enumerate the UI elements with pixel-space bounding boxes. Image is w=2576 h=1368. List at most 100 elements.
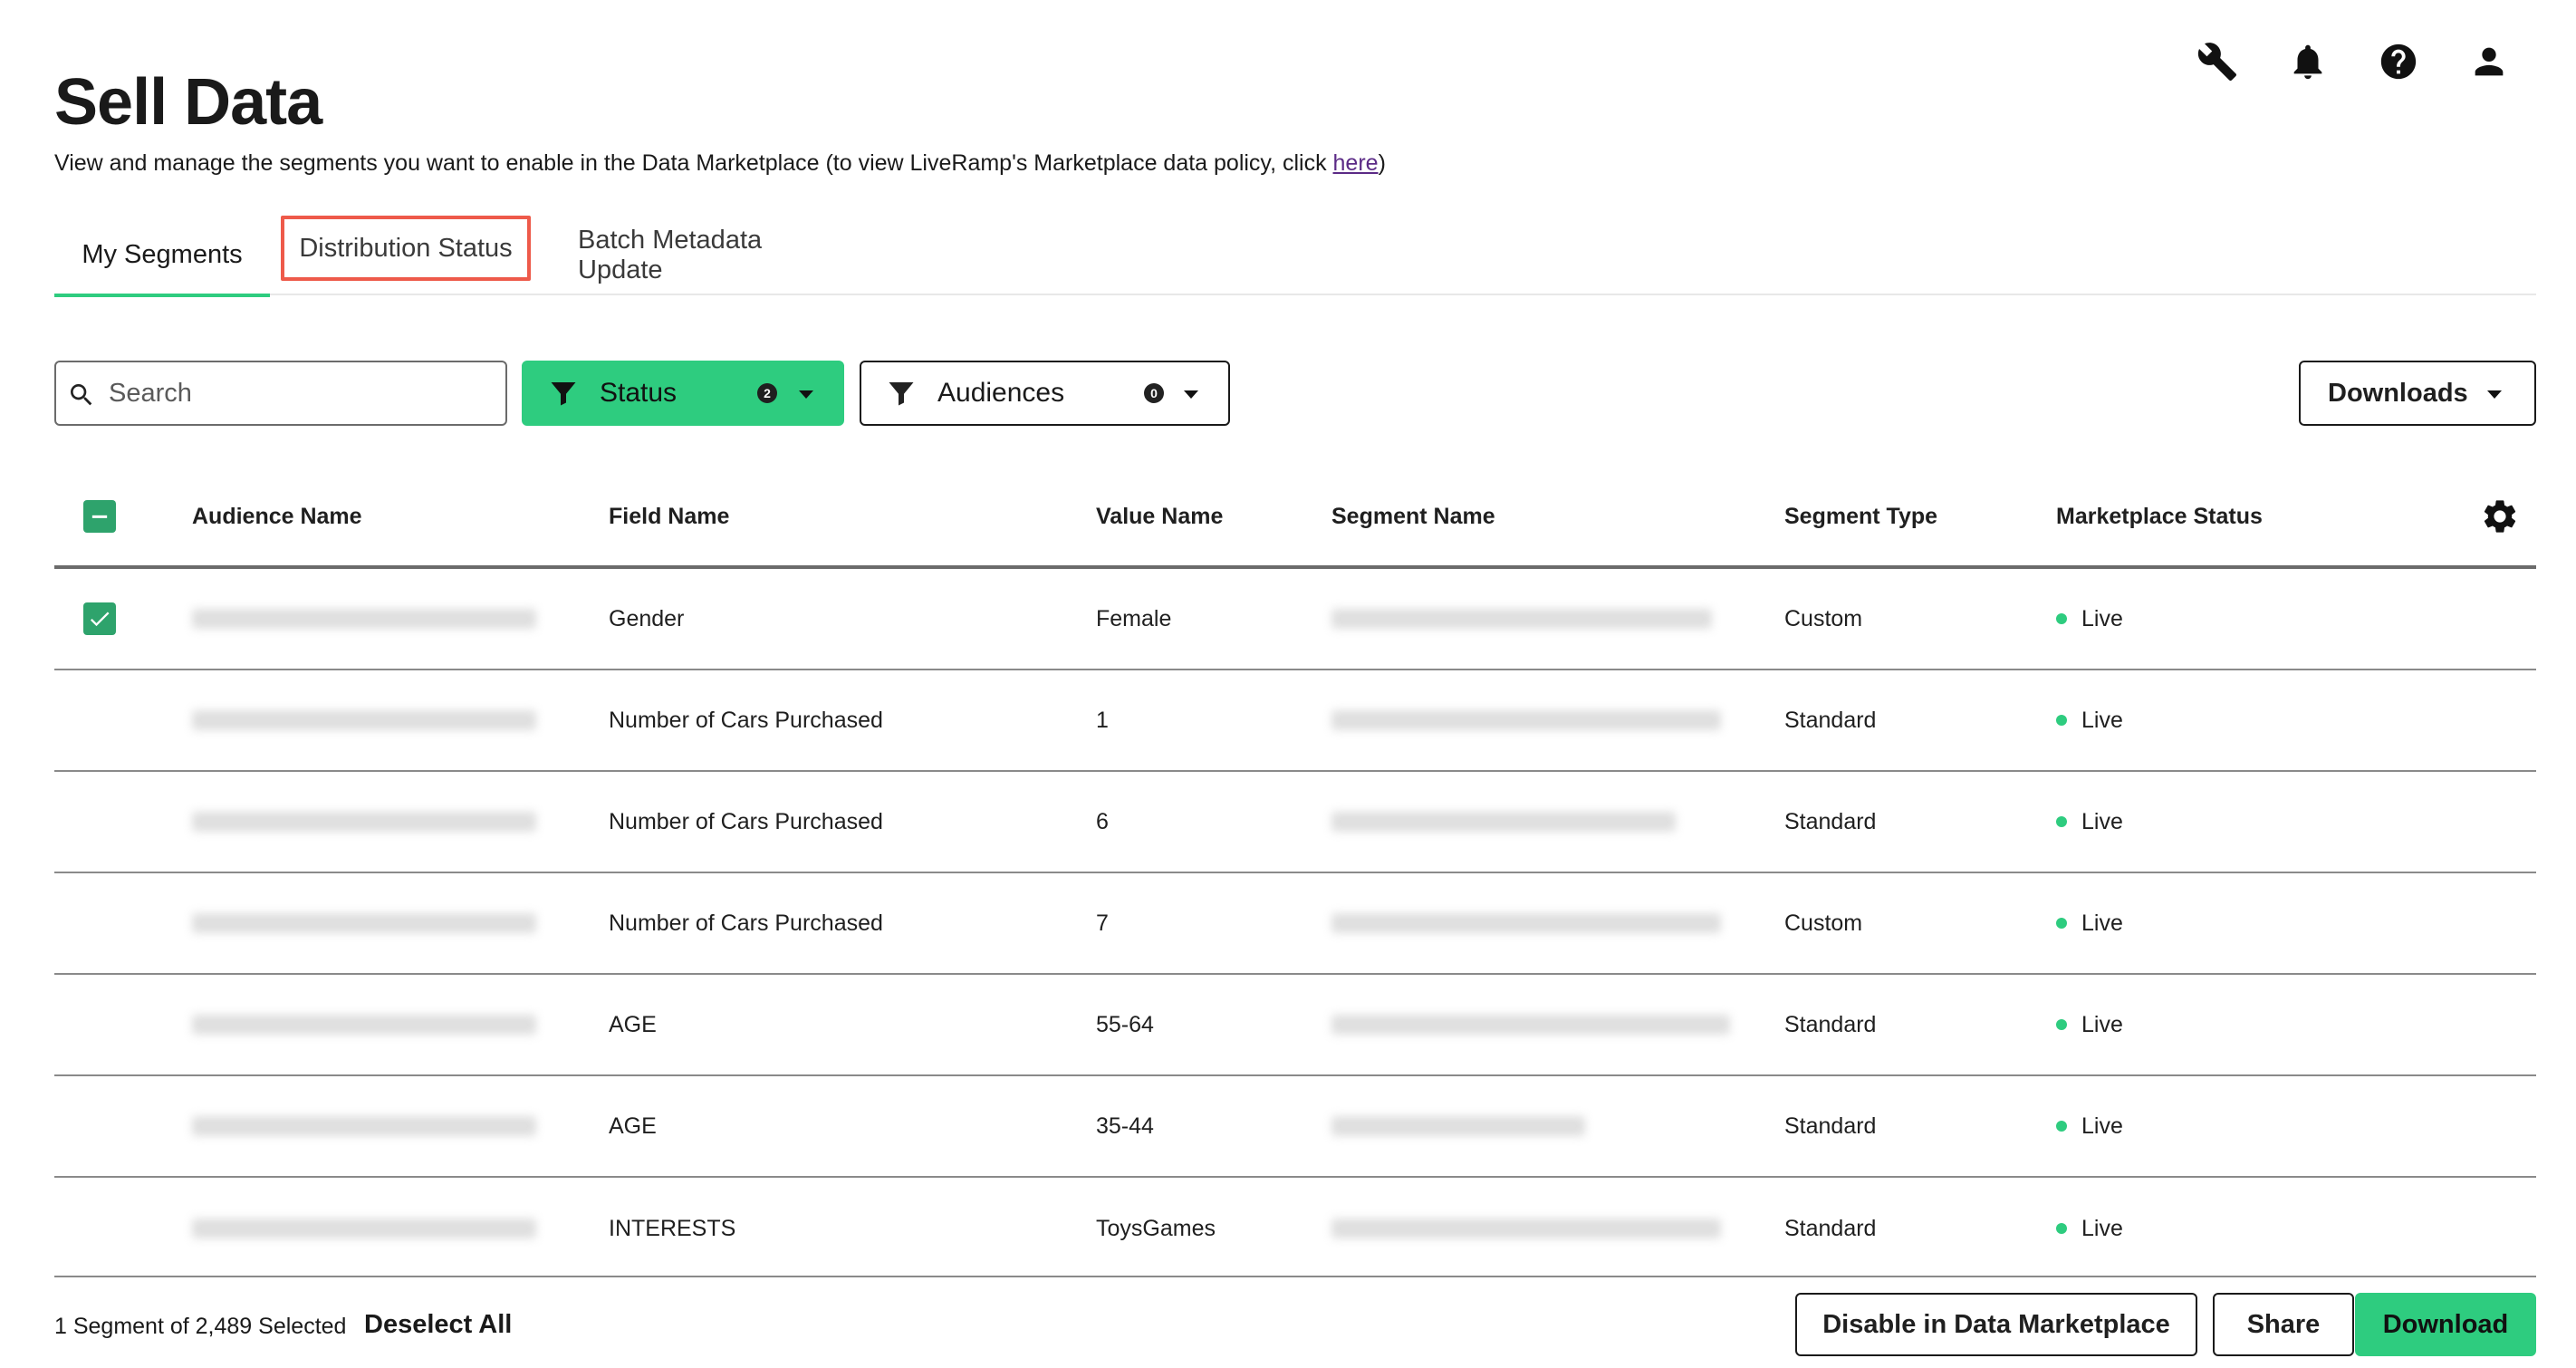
redacted-audience-name	[192, 710, 536, 730]
table-row[interactable]: AGE 35-44 Standard Live	[54, 1076, 2536, 1178]
status-cell: Live	[2056, 1076, 2123, 1176]
field-name-cell: Number of Cars Purchased	[609, 808, 883, 834]
status-dot-icon	[2056, 1223, 2067, 1234]
audience-name-cell	[192, 873, 536, 973]
toolbar: Status 2 Audiences 0 Downloads	[54, 361, 2536, 426]
column-header-segment-type[interactable]: Segment Type	[1784, 467, 1937, 565]
select-all-cell	[83, 467, 116, 565]
value-name-cell: 7	[1096, 910, 1109, 936]
table-row[interactable]: Number of Cars Purchased 6 Standard Live	[54, 772, 2536, 873]
status-cell: Live	[2056, 1178, 2123, 1279]
select-all-checkbox[interactable]	[83, 500, 116, 533]
column-header-field-name[interactable]: Field Name	[609, 467, 729, 565]
tab-distribution-status[interactable]: Distribution Status	[281, 216, 583, 295]
table-header-row: Audience Name Field Name Value Name Segm…	[54, 467, 2536, 569]
field-name-cell: Number of Cars Purchased	[609, 707, 883, 733]
gear-icon[interactable]	[2480, 467, 2520, 565]
subtitle-text: View and manage the segments you want to…	[54, 150, 1333, 176]
redacted-segment-name	[1331, 812, 1676, 832]
disable-in-marketplace-button[interactable]: Disable in Data Marketplace	[1795, 1293, 2197, 1356]
column-header-segment-name[interactable]: Segment Name	[1331, 467, 1495, 565]
tab-batch-metadata-update[interactable]: Batch Metadata Update	[578, 216, 846, 295]
table-row[interactable]: Gender Female Custom Live	[54, 569, 2536, 670]
status-cell: Live	[2056, 975, 2123, 1074]
segment-type-cell: Standard	[1784, 808, 1877, 834]
status-filter-button[interactable]: Status 2	[522, 361, 844, 426]
page-title: Sell Data	[54, 66, 322, 139]
value-name-cell: 55-64	[1096, 1011, 1154, 1037]
search-input[interactable]	[109, 378, 489, 409]
segment-name-cell	[1331, 873, 1721, 973]
status-label: Live	[2081, 605, 2123, 631]
deselect-all-button[interactable]: Deselect All	[364, 1310, 512, 1340]
status-filter-label: Status	[600, 378, 678, 408]
subtitle-end: )	[1378, 150, 1386, 176]
selection-footer: 1 Segment of 2,489 Selected Deselect All…	[54, 1276, 2536, 1366]
status-label: Live	[2081, 707, 2123, 733]
help-icon[interactable]	[2377, 40, 2420, 83]
value-name-cell: ToysGames	[1096, 1215, 1216, 1241]
selection-count: 1 Segment of 2,489 Selected	[54, 1314, 347, 1339]
table-row[interactable]: AGE 55-64 Standard Live	[54, 975, 2536, 1076]
wrench-icon[interactable]	[2196, 40, 2239, 83]
chevron-down-icon	[1184, 390, 1198, 399]
status-label: Live	[2081, 1215, 2123, 1241]
segment-type-cell: Standard	[1784, 1215, 1877, 1241]
field-name-cell: AGE	[609, 1113, 657, 1139]
status-dot-icon	[2056, 1019, 2067, 1030]
table-row[interactable]: Number of Cars Purchased 1 Standard Live	[54, 670, 2536, 772]
table-row[interactable]: Number of Cars Purchased 7 Custom Live	[54, 873, 2536, 975]
value-name-cell: 1	[1096, 707, 1109, 733]
minus-icon	[91, 515, 108, 518]
redacted-segment-name	[1331, 1219, 1721, 1238]
column-header-value-name[interactable]: Value Name	[1096, 467, 1223, 565]
downloads-dropdown[interactable]: Downloads	[2299, 361, 2536, 426]
page-subtitle: View and manage the segments you want to…	[54, 150, 1386, 177]
downloads-label: Downloads	[2328, 378, 2468, 408]
tab-my-segments[interactable]: My Segments	[54, 216, 270, 297]
search-icon	[71, 384, 92, 406]
field-name-cell: AGE	[609, 1011, 657, 1037]
status-label: Live	[2081, 910, 2123, 936]
redacted-audience-name	[192, 913, 536, 933]
filter-icon	[889, 382, 914, 406]
column-header-marketplace-status[interactable]: Marketplace Status	[2056, 467, 2263, 565]
field-name-cell: Number of Cars Purchased	[609, 910, 883, 936]
audiences-filter-label: Audiences	[937, 378, 1065, 408]
redacted-segment-name	[1331, 1116, 1585, 1136]
chevron-down-icon	[2487, 390, 2502, 399]
status-cell: Live	[2056, 873, 2123, 973]
user-icon[interactable]	[2467, 40, 2511, 83]
table-row[interactable]: INTERESTS ToysGames Standard Live	[54, 1178, 2536, 1279]
redacted-audience-name	[192, 1015, 536, 1035]
redacted-segment-name	[1331, 609, 1712, 629]
segment-type-cell: Custom	[1784, 605, 1863, 631]
redacted-segment-name	[1331, 710, 1721, 730]
search-box[interactable]	[54, 361, 507, 426]
download-button[interactable]: Download	[2355, 1293, 2536, 1356]
value-name-cell: Female	[1096, 605, 1172, 631]
status-dot-icon	[2056, 613, 2067, 624]
audiences-filter-button[interactable]: Audiences 0	[860, 361, 1230, 426]
status-dot-icon	[2056, 918, 2067, 929]
redacted-audience-name	[192, 1219, 536, 1238]
segment-name-cell	[1331, 1178, 1721, 1279]
policy-link[interactable]: here	[1333, 150, 1379, 176]
segment-type-cell: Custom	[1784, 910, 1863, 936]
segment-type-cell: Standard	[1784, 1011, 1877, 1037]
audience-name-cell	[192, 1076, 536, 1176]
status-dot-icon	[2056, 715, 2067, 726]
bell-icon[interactable]	[2286, 40, 2330, 83]
row-checkbox[interactable]	[83, 602, 116, 635]
status-dot-icon	[2056, 1121, 2067, 1132]
segment-type-cell: Standard	[1784, 707, 1877, 733]
tab-bar: My Segments Distribution Status Batch Me…	[54, 216, 2536, 297]
audience-name-cell	[192, 975, 536, 1074]
value-name-cell: 6	[1096, 808, 1109, 834]
status-cell: Live	[2056, 569, 2123, 669]
audiences-count-badge: 0	[1144, 383, 1164, 403]
column-header-audience-name[interactable]: Audience Name	[192, 467, 362, 565]
segment-name-cell	[1331, 670, 1721, 770]
field-name-cell: INTERESTS	[609, 1215, 736, 1241]
share-button[interactable]: Share	[2213, 1293, 2354, 1356]
